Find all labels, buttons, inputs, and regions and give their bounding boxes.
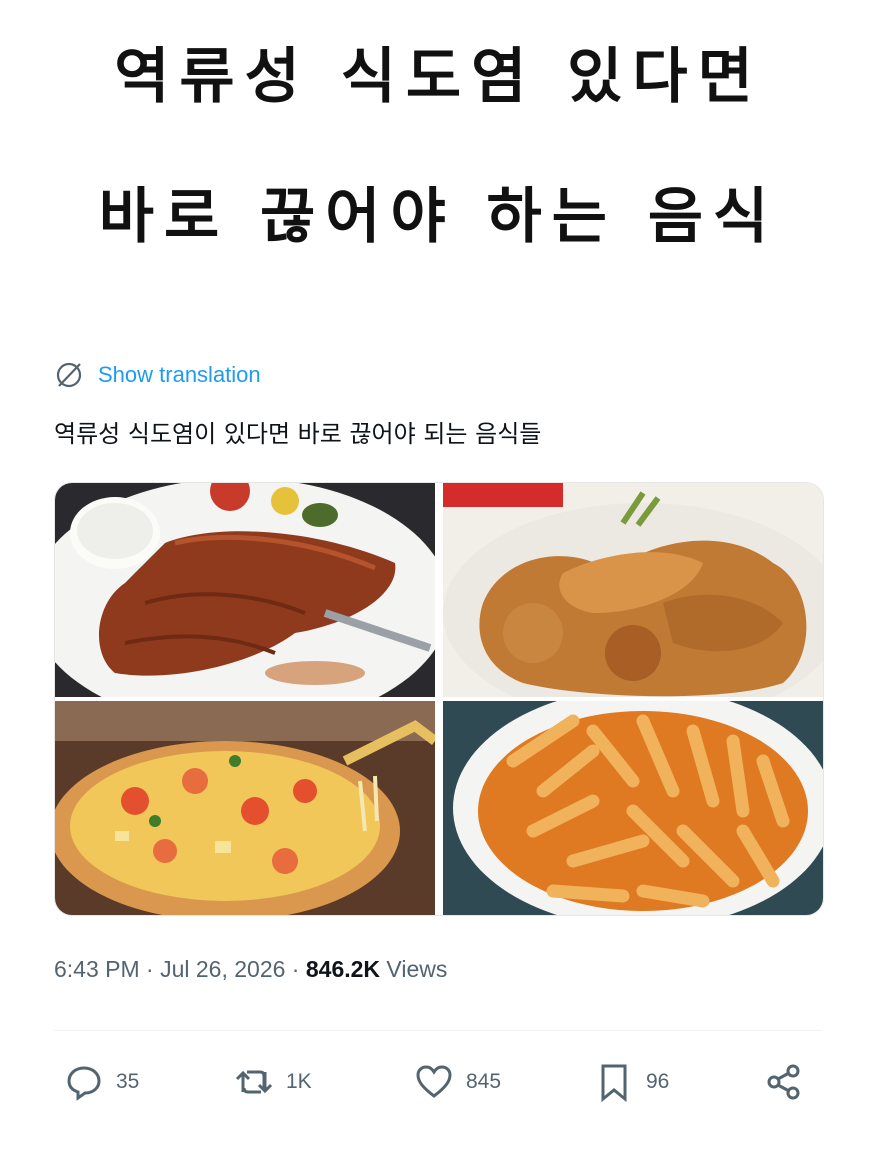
tteokbokki-image[interactable] [443,701,823,915]
pizza-image[interactable] [55,701,435,915]
reply-count: 35 [116,1070,140,1093]
show-translation-label[interactable]: Show translation [98,362,261,388]
bookmark-icon [601,1064,627,1103]
share-icon [767,1064,800,1100]
headline-line-1: 역류성 식도염 있다면 [114,42,763,112]
translate-globe-icon [56,362,82,388]
reply-button[interactable]: 35 [62,1060,139,1104]
retweet-count: 1K [286,1070,312,1093]
like-count: 845 [466,1070,502,1093]
bookmark-button[interactable]: 96 [592,1060,669,1104]
reply-icon [67,1066,101,1101]
headline-line-2: 바로 끊어야 하는 음식 [98,182,779,252]
retweet-icon [235,1070,273,1094]
views-label: Views [380,956,448,982]
bookmark-count: 96 [646,1070,670,1093]
divider [54,1030,822,1031]
tweet-timestamp[interactable]: 6:43 PM · Jul 26, 2026 · [54,956,306,982]
show-translation-link[interactable]: Show translation [54,360,261,390]
fried-chicken-image[interactable] [443,483,823,697]
tweet-text: 역류성 식도염이 있다면 바로 끊어야 되는 음식들 [54,420,542,448]
views-count: 846.2K [305,956,381,982]
tweet-image-grid[interactable] [54,482,824,916]
pork-cutlet-image[interactable] [55,483,435,697]
tweet-meta: 6:43 PM · Jul 26, 2026 · 846.2K Views [54,956,447,983]
tweet-actions: 35 1K 845 96 [62,1060,822,1110]
share-button[interactable] [762,1060,806,1104]
retweet-button[interactable]: 1K [232,1060,312,1104]
heart-icon [416,1065,452,1098]
like-button[interactable]: 845 [412,1060,501,1104]
